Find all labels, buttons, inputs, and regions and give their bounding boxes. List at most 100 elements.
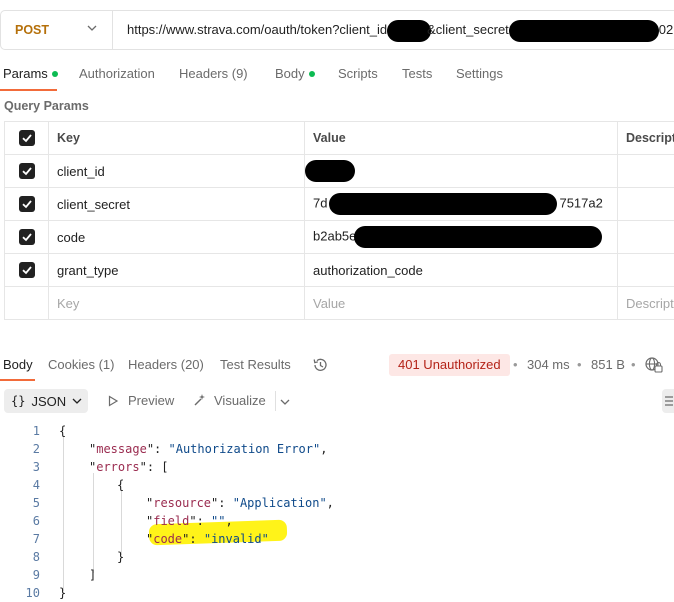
new-key-input[interactable]: Key xyxy=(48,286,305,320)
braces-icon: {} xyxy=(11,394,26,408)
network-globe-icon[interactable] xyxy=(644,356,664,374)
chevron-down-icon xyxy=(87,25,97,31)
table-row: grant_type authorization_code xyxy=(4,253,674,287)
param-value[interactable] xyxy=(304,154,618,188)
param-description[interactable] xyxy=(617,154,674,188)
redaction-mark xyxy=(354,226,603,248)
checkbox-checked-icon[interactable] xyxy=(18,262,35,279)
param-description[interactable] xyxy=(617,220,674,254)
history-icon[interactable] xyxy=(311,356,329,374)
play-icon xyxy=(108,395,119,407)
method-label: POST xyxy=(15,23,50,37)
param-value[interactable]: 7d 7517a2 xyxy=(304,187,618,221)
response-tab-headers[interactable]: Headers (20) xyxy=(128,357,204,372)
code-text: } xyxy=(117,550,125,564)
table-row: client_secret 7d 7517a2 xyxy=(4,187,674,221)
line-number: 3 xyxy=(32,460,40,474)
wrap-lines-button[interactable] xyxy=(662,389,674,413)
param-description[interactable] xyxy=(617,187,674,221)
row-checkbox-cell[interactable] xyxy=(4,154,49,188)
checkbox-checked-icon[interactable] xyxy=(18,130,35,146)
separator-dot: • xyxy=(631,357,636,372)
checkbox-checked-icon[interactable] xyxy=(18,229,35,246)
url-part-secret: &client_secret xyxy=(427,22,509,37)
new-description-input[interactable]: Descript xyxy=(617,286,674,320)
tab-tests[interactable]: Tests xyxy=(402,66,432,84)
preview-button[interactable]: Preview xyxy=(128,393,174,408)
tab-settings[interactable]: Settings xyxy=(456,66,503,84)
line-number: 6 xyxy=(32,514,40,528)
param-value[interactable]: b2ab5e xyxy=(304,220,618,254)
method-select[interactable]: POST xyxy=(1,11,113,49)
query-params-table: Key Value Descript client_id client_secr… xyxy=(4,121,674,320)
code-line: 8} xyxy=(0,548,674,566)
line-number: 9 xyxy=(32,568,40,582)
param-key[interactable]: client_secret xyxy=(48,187,305,221)
url-input[interactable]: https://www.strava.com/oauth/token?clien… xyxy=(127,11,674,49)
checkbox-checked-icon[interactable] xyxy=(18,163,35,180)
tab-label: Settings xyxy=(456,66,503,81)
tab-headers[interactable]: Headers (9) xyxy=(179,66,248,84)
param-key[interactable]: code xyxy=(48,220,305,254)
tab-label: Tests xyxy=(402,66,433,81)
tab-label: Scripts xyxy=(338,66,378,81)
code-line: 10} xyxy=(0,584,674,602)
new-value-input[interactable]: Value xyxy=(304,286,618,320)
response-size[interactable]: 851 B xyxy=(591,357,625,372)
status-badge[interactable]: 401 Unauthorized xyxy=(389,354,510,376)
line-number: 5 xyxy=(32,496,40,510)
tab-params[interactable]: Params xyxy=(3,66,58,84)
tab-scripts[interactable]: Scripts xyxy=(338,66,378,84)
redaction-mark xyxy=(329,193,558,215)
tab-label: Params xyxy=(3,66,48,81)
chevron-down-icon[interactable] xyxy=(280,397,290,407)
toolbar-divider xyxy=(275,391,276,411)
code-line: 6 "field": "", xyxy=(0,512,674,530)
select-all-cell[interactable] xyxy=(4,121,49,155)
format-label: JSON xyxy=(31,393,67,409)
visualize-button[interactable]: Visualize xyxy=(214,393,266,408)
row-checkbox-cell[interactable] xyxy=(4,253,49,287)
table-row: client_id xyxy=(4,154,674,188)
new-param-row: Key Value Descript xyxy=(4,286,674,320)
code-line: 7 "code": "invalid" xyxy=(0,530,674,548)
line-number: 1 xyxy=(32,424,40,438)
param-value[interactable]: authorization_code xyxy=(304,253,618,287)
tab-body[interactable]: Body xyxy=(275,66,315,84)
redaction-mark xyxy=(305,160,355,182)
response-tab-test-results[interactable]: Test Results xyxy=(220,357,291,372)
format-select[interactable]: {} JSON xyxy=(4,389,88,413)
redaction-mark xyxy=(508,19,659,42)
active-tab-indicator xyxy=(0,89,57,91)
status-dot-icon xyxy=(308,70,315,77)
param-key[interactable]: client_id xyxy=(48,154,305,188)
code-line: 9] xyxy=(0,566,674,584)
row-checkbox-cell[interactable] xyxy=(4,187,49,221)
json-value: Authorization Error xyxy=(175,442,314,456)
param-value-start: 7d xyxy=(313,195,328,211)
response-time[interactable]: 304 ms xyxy=(527,357,570,372)
wrap-lines-icon xyxy=(665,396,673,406)
query-params-title: Query Params xyxy=(4,99,89,113)
visualize-icon xyxy=(194,394,205,406)
code-text: ] xyxy=(89,568,97,582)
row-checkbox-cell[interactable] xyxy=(4,220,49,254)
request-url-bar: POST https://www.strava.com/oauth/token?… xyxy=(0,10,674,50)
param-key[interactable]: grant_type xyxy=(48,253,305,287)
tab-authorization[interactable]: Authorization xyxy=(79,66,155,84)
param-value-start: b2ab5e xyxy=(313,228,357,244)
url-part-tail: 02 xyxy=(658,22,674,37)
tab-label: Authorization xyxy=(79,66,155,81)
chevron-down-icon xyxy=(72,398,82,404)
code-text: { xyxy=(59,424,67,438)
response-tab-body[interactable]: Body xyxy=(3,357,33,372)
response-tab-cookies[interactable]: Cookies (1) xyxy=(48,357,114,372)
separator-dot: • xyxy=(577,357,582,372)
json-key: message xyxy=(96,442,147,456)
param-description[interactable] xyxy=(617,253,674,287)
redaction-mark xyxy=(387,19,432,42)
checkbox-checked-icon[interactable] xyxy=(18,196,35,213)
line-number: 4 xyxy=(32,478,40,492)
tab-label: Body xyxy=(275,66,305,81)
json-key: errors xyxy=(96,460,140,474)
